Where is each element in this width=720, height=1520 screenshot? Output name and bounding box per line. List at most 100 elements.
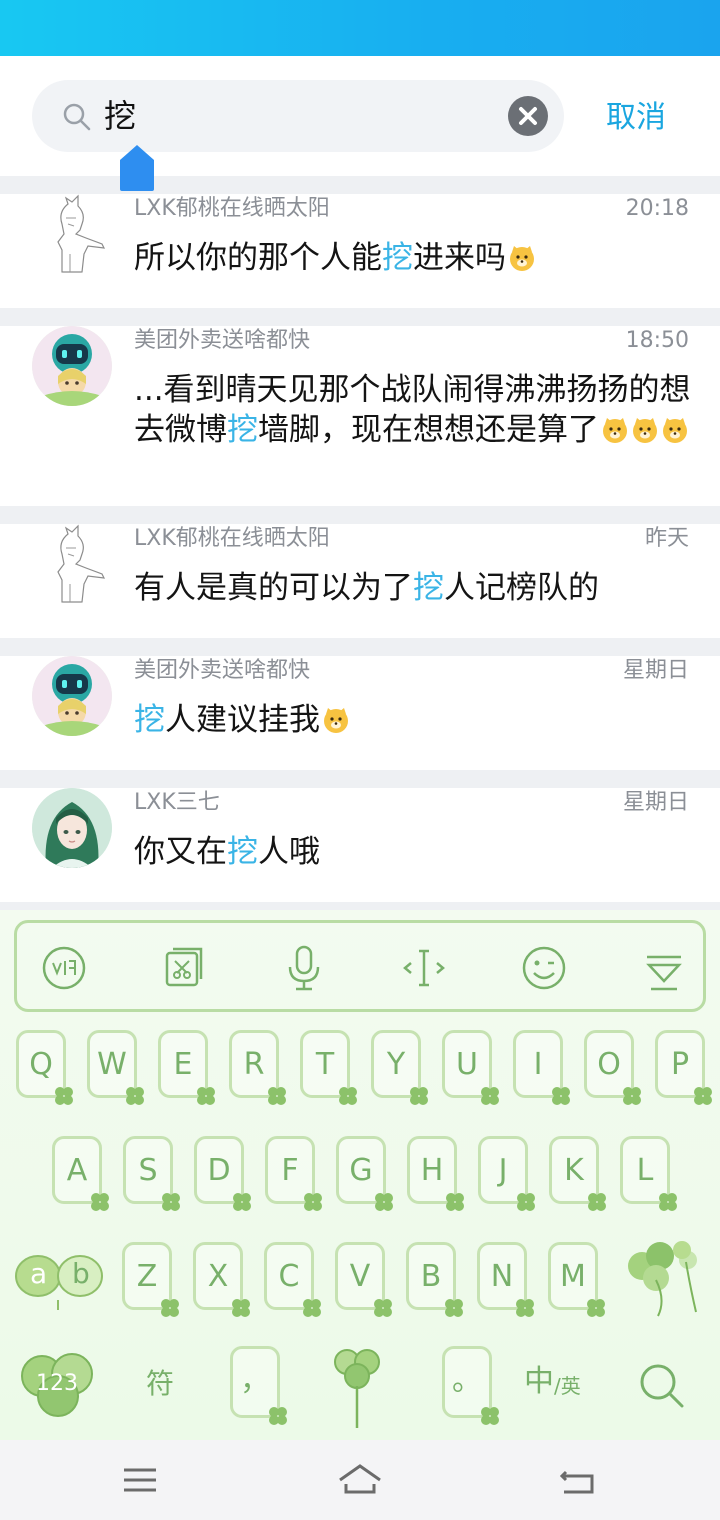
list-item[interactable]: 美团外卖送啥都快 18:50 ...看到晴天见那个战队闹得沸沸扬扬的想去微博挖墙… [0,326,720,506]
key-c[interactable]: C [264,1242,321,1317]
clover-icon [481,1407,499,1425]
dog-emoji-icon [663,418,687,443]
navigation-bar [0,1440,720,1520]
shift-label-a: a [30,1257,48,1290]
symbol-key[interactable]: 符 [146,1364,174,1404]
key-b[interactable]: B [406,1242,463,1317]
key-o[interactable]: O [584,1030,641,1105]
language-switch-key[interactable]: 中 /英 [524,1362,594,1406]
search-input[interactable]: 挖 [32,80,564,152]
text-cursor-handle[interactable] [118,143,156,193]
key-j[interactable]: J [478,1136,535,1211]
key-v[interactable]: V [335,1242,392,1317]
key-label: S [138,1153,158,1188]
key-n[interactable]: N [477,1242,534,1317]
key-m[interactable]: M [548,1242,605,1317]
match-highlight: 挖 [382,240,413,276]
number-key[interactable]: 123 [14,1344,104,1424]
lang-en-label: /英 [554,1374,581,1398]
key-l[interactable]: L [620,1136,677,1211]
key-label: I [533,1047,543,1082]
key-f[interactable]: F [265,1136,322,1211]
avatar [32,194,112,274]
period-label: 。 [452,1363,482,1398]
clover-icon [339,1087,357,1105]
match-highlight: 挖 [227,834,258,870]
clover-icon [233,1193,251,1211]
key-label: K [564,1153,584,1188]
key-w[interactable]: W [87,1030,144,1105]
key-label: Z [136,1259,158,1294]
menu-icon[interactable] [118,1458,162,1502]
clipboard-icon[interactable] [159,943,209,993]
key-s[interactable]: S [123,1136,180,1211]
search-header: 挖 取消 [0,56,720,176]
dog-emoji-icon [603,418,627,443]
key-p[interactable]: P [655,1030,712,1105]
clover-icon [588,1193,606,1211]
message-text: 进来吗 [413,240,506,276]
clover-icon [304,1193,322,1211]
status-bar [0,0,720,56]
key-q[interactable]: Q [16,1030,73,1105]
match-highlight: 挖 [413,570,444,606]
key-k[interactable]: K [549,1136,606,1211]
key-z[interactable]: Z [122,1242,179,1317]
list-item[interactable]: LXK郁桃在线晒太阳 昨天 有人是真的可以为了挖人记榜队的 [0,524,720,638]
search-icon [63,103,91,131]
message-time: 20:18 [625,196,689,221]
clover-icon [446,1193,464,1211]
comma-key[interactable]: ， [230,1346,287,1425]
space-key[interactable] [330,1342,384,1430]
key-u[interactable]: U [442,1030,499,1105]
key-h[interactable]: H [407,1136,464,1211]
sender-name: LXK郁桃在线晒太阳 [134,526,330,551]
clear-search-button[interactable] [508,96,548,136]
list-item[interactable]: LXK三七 星期日 你又在挖人哦 [0,788,720,902]
sender-name: LXK郁桃在线晒太阳 [134,196,330,221]
close-icon [519,107,537,125]
key-e[interactable]: E [158,1030,215,1105]
voice-input-icon[interactable] [39,943,89,993]
key-label: U [456,1047,478,1082]
back-icon[interactable] [556,1458,600,1502]
clover-icon [587,1299,605,1317]
hide-keyboard-icon[interactable] [639,943,689,993]
search-query[interactable]: 挖 [104,94,136,138]
clover-shift-icon [15,1255,103,1310]
key-g[interactable]: G [336,1136,393,1211]
period-key[interactable]: 。 [442,1346,499,1425]
key-a[interactable]: A [52,1136,109,1211]
emoji-icon[interactable] [519,943,569,993]
key-label: W [97,1047,127,1082]
message-preview: ...看到晴天见那个战队闹得沸沸扬扬的想去微博挖墙脚，现在想想还是算了 [134,370,694,450]
message-text: 所以你的那个人能 [134,240,382,276]
key-r[interactable]: R [229,1030,286,1105]
key-t[interactable]: T [300,1030,357,1105]
cursor-move-icon[interactable] [399,943,449,993]
key-label: T [315,1047,335,1082]
backspace-key[interactable] [616,1240,706,1320]
message-time: 星期日 [622,790,689,815]
lang-zh-label: 中 [524,1364,554,1399]
cancel-button[interactable]: 取消 [606,96,666,140]
sender-name: 美团外卖送啥都快 [134,328,311,353]
clover-icon [55,1087,73,1105]
key-y[interactable]: Y [371,1030,428,1105]
clover-delete-icon [628,1241,697,1317]
message-time: 18:50 [625,328,689,353]
key-label: P [670,1047,690,1082]
key-x[interactable]: X [193,1242,250,1317]
key-i[interactable]: I [513,1030,570,1105]
number-label: 123 [36,1371,78,1396]
shift-label-b: b [72,1257,90,1290]
key-d[interactable]: D [194,1136,251,1211]
list-item[interactable]: 美团外卖送啥都快 星期日 挖人建议挂我 [0,656,720,770]
message-preview: 挖人建议挂我 [134,700,694,740]
shift-key[interactable]: a b [12,1250,104,1320]
avatar [32,656,112,736]
list-item[interactable]: LXK郁桃在线晒太阳 20:18 所以你的那个人能挖进来吗 [0,194,720,308]
microphone-icon[interactable] [279,943,329,993]
search-key-icon[interactable] [636,1360,686,1410]
home-icon[interactable] [336,1458,384,1502]
